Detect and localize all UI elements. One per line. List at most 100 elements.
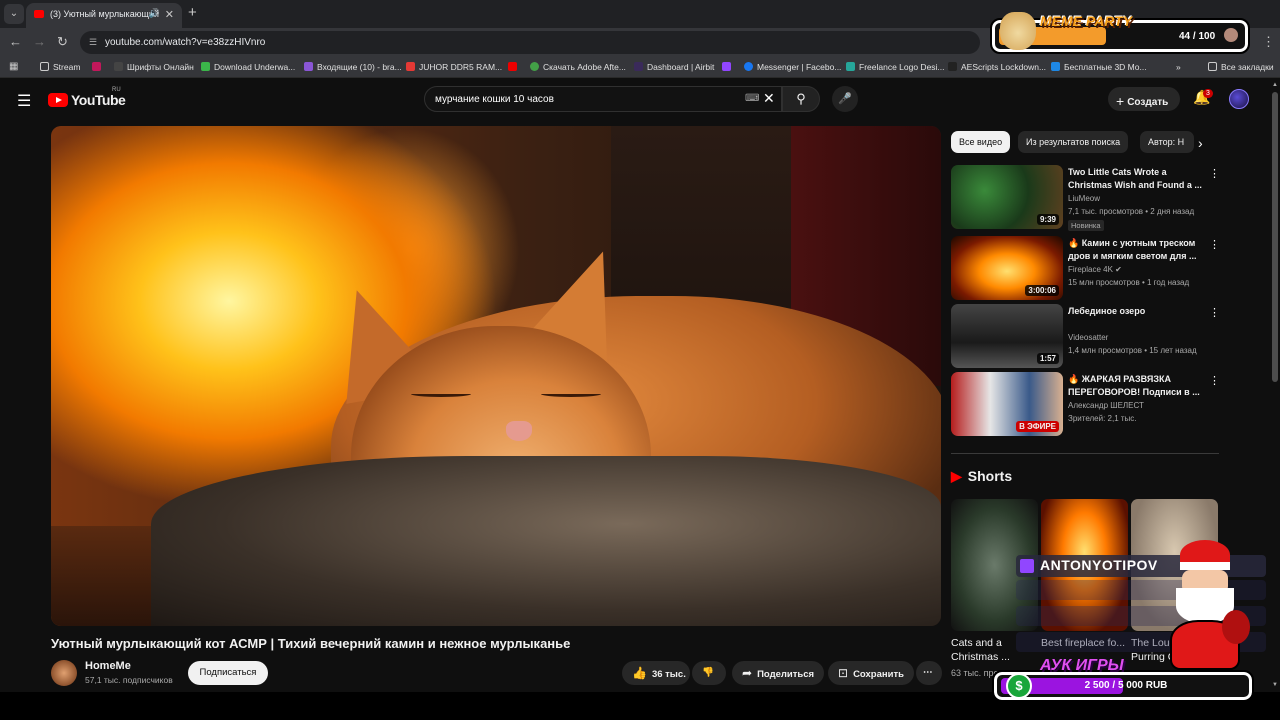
video-thumbnail[interactable]: 1:57 (951, 304, 1063, 368)
video-thumbnail[interactable]: В ЭФИРЕ (951, 372, 1063, 436)
reload-icon[interactable]: ↻ (57, 34, 68, 50)
close-tab-icon[interactable]: ✕ (165, 8, 174, 21)
tab-search-button[interactable]: ⌄ (4, 4, 24, 24)
bookmark-favicon-icon (304, 62, 313, 71)
folder-icon (40, 62, 49, 71)
chip-author[interactable]: Автор: H (1140, 131, 1194, 153)
recommendation-title[interactable]: Лебединое озеро (1068, 305, 1203, 318)
section-divider (951, 453, 1219, 454)
youtube-logo[interactable]: YouTube RU (48, 87, 126, 109)
meme-party-title: MEME PARTY (1040, 13, 1133, 29)
streamer-avatar (1224, 28, 1238, 42)
recommendation-channel[interactable]: Videosatter (1068, 333, 1108, 342)
menu-icon[interactable]: ☰ (17, 91, 31, 111)
youtube-favicon-icon (508, 62, 517, 71)
facebook-icon (744, 62, 753, 71)
dislike-button[interactable]: 👎 (692, 661, 726, 685)
channel-name[interactable]: HomeMe (85, 660, 131, 672)
recommendation-item[interactable]: 3:00:06 🔥 Камин с уютным треском дров и … (951, 236, 1221, 300)
create-button[interactable]: + Создать (1108, 87, 1180, 111)
more-horizontal-icon: ⋯ (923, 667, 933, 678)
more-vertical-icon[interactable]: ⋮ (1209, 167, 1220, 180)
bookmark-item[interactable]: Download Underwa... (201, 62, 295, 72)
recommendation-channel[interactable]: LiuMeow (1068, 194, 1100, 203)
bookmark-item[interactable]: AEScripts Lockdown... (948, 62, 1046, 72)
chevron-right-icon[interactable]: › (1198, 135, 1203, 151)
save-button[interactable]: ⊡ Сохранить (828, 661, 914, 685)
tab-title: (3) Уютный мурлыкающий (50, 9, 159, 19)
santa-sack (1222, 610, 1250, 644)
video-duration: 3:00:06 (1025, 285, 1059, 296)
apps-grid-icon[interactable]: ▦ (9, 61, 18, 72)
recommendation-item[interactable]: В ЭФИРЕ 🔥 ЖАРКАЯ РАЗВЯЗКА ПЕРЕГОВОРОВ! П… (951, 372, 1221, 436)
video-title: Уютный мурлыкающий кот АСМР | Тихий вече… (51, 636, 571, 651)
more-vertical-icon[interactable]: ⋮ (1209, 238, 1220, 251)
audio-playing-icon[interactable]: 🔊 (149, 8, 160, 19)
cat-eye (411, 391, 471, 397)
browser-menu-icon[interactable]: ⋮ (1262, 34, 1275, 50)
voice-search-button[interactable]: 🎤 (832, 86, 858, 112)
scroll-down-icon[interactable]: ▼ (1272, 682, 1278, 688)
more-vertical-icon[interactable]: ⋮ (1209, 374, 1220, 387)
chip-all-videos[interactable]: Все видео (951, 131, 1011, 153)
share-icon: ➦ (742, 666, 753, 680)
bookmark-item[interactable]: Входящие (10) - bra... (304, 62, 402, 72)
site-info-icon[interactable]: ☰ (89, 37, 97, 48)
folder-icon (1208, 62, 1217, 71)
video-thumbnail[interactable]: 9:39 (951, 165, 1063, 229)
all-bookmarks[interactable]: Все закладки (1208, 62, 1274, 72)
subscriber-count: 57,1 тыс. подписчиков (85, 675, 173, 685)
bookmark-item[interactable]: Stream (40, 62, 80, 72)
santa-mascot (1160, 540, 1250, 670)
bookmarks-overflow-icon[interactable]: » (1176, 62, 1181, 72)
like-button[interactable]: 👍 36 тыс. (622, 661, 690, 685)
bookmark-item[interactable]: Скачать Adobe Afte... (530, 62, 626, 72)
browser-tab-active[interactable]: (3) Уютный мурлыкающий 🔊 ✕ (26, 3, 182, 28)
twitch-icon (722, 62, 731, 71)
shorts-heading: ▶ Shorts (951, 468, 1013, 484)
subscribe-button[interactable]: Подписаться (188, 661, 268, 685)
forward-icon[interactable]: → (33, 34, 46, 49)
bookmark-item[interactable]: Dashboard | Airbit (634, 62, 714, 72)
recommendation-channel[interactable]: Александр ШЕЛЕСТ (1068, 401, 1144, 410)
bookmark-item[interactable]: Messenger | Facebo... (744, 62, 841, 72)
share-button[interactable]: ➦ Поделиться (732, 661, 825, 685)
account-avatar[interactable] (1229, 89, 1249, 109)
video-thumbnail[interactable]: 3:00:06 (951, 236, 1063, 300)
scroll-up-icon[interactable]: ▲ (1272, 82, 1278, 88)
plus-icon: + (1116, 93, 1125, 109)
doge-mascot (1000, 12, 1036, 50)
bookmark-item[interactable] (722, 62, 735, 72)
more-vertical-icon[interactable]: ⋮ (1209, 306, 1220, 319)
recommendation-title[interactable]: 🔥 ЖАРКАЯ РАЗВЯЗКА ПЕРЕГОВОРОВ! Подписи в… (1068, 373, 1203, 399)
microphone-icon: 🎤 (838, 93, 852, 105)
back-icon[interactable]: ← (9, 34, 22, 49)
bookmark-item[interactable] (508, 62, 521, 72)
new-tab-icon[interactable]: + (188, 4, 197, 21)
search-input[interactable]: мурчание кошки 10 часов ⌨ ✕ (424, 86, 782, 112)
recommendation-meta: 1,4 млн просмотров • 15 лет назад (1068, 346, 1197, 355)
recommendation-item[interactable]: 9:39 Two Little Cats Wrote a Christmas W… (951, 165, 1221, 231)
bookmark-item[interactable]: Freelance Logo Desi... (846, 62, 945, 72)
recommendation-title[interactable]: 🔥 Камин с уютным треском дров и мягким с… (1068, 237, 1203, 263)
more-actions-button[interactable]: ⋯ (916, 661, 942, 685)
clear-search-icon[interactable]: ✕ (763, 90, 775, 107)
page-scrollbar[interactable]: ▲ ▼ (1270, 80, 1280, 690)
recommendation-title[interactable]: Two Little Cats Wrote a Christmas Wish a… (1068, 166, 1203, 192)
bookmark-item[interactable] (92, 62, 105, 72)
url-field[interactable]: ☰ youtube.com/watch?v=e38zzHIVnro (80, 31, 980, 54)
youtube-header: ☰ YouTube RU мурчание кошки 10 часов ⌨ ✕… (0, 80, 1280, 118)
keyboard-icon[interactable]: ⌨ (745, 93, 759, 104)
chip-from-search[interactable]: Из результатов поиска (1018, 131, 1129, 153)
recommendation-item[interactable]: 1:57 Лебединое озеро Videosatter 1,4 млн… (951, 304, 1221, 368)
new-badge: Новинка (1068, 220, 1104, 231)
bookmark-favicon-icon (948, 62, 957, 71)
bookmark-item[interactable]: Шрифты Онлайн (114, 62, 194, 72)
bookmark-item[interactable]: JUHOR DDR5 RAM... (406, 62, 502, 72)
bookmark-item[interactable]: Бесплатные 3D Mo... (1051, 62, 1147, 72)
channel-avatar[interactable] (51, 660, 77, 686)
video-player[interactable] (51, 126, 941, 626)
scrollbar-thumb[interactable] (1272, 92, 1278, 382)
recommendation-channel[interactable]: Fireplace 4K ✔ (1068, 265, 1122, 274)
search-button[interactable]: ⚲ (782, 86, 820, 112)
